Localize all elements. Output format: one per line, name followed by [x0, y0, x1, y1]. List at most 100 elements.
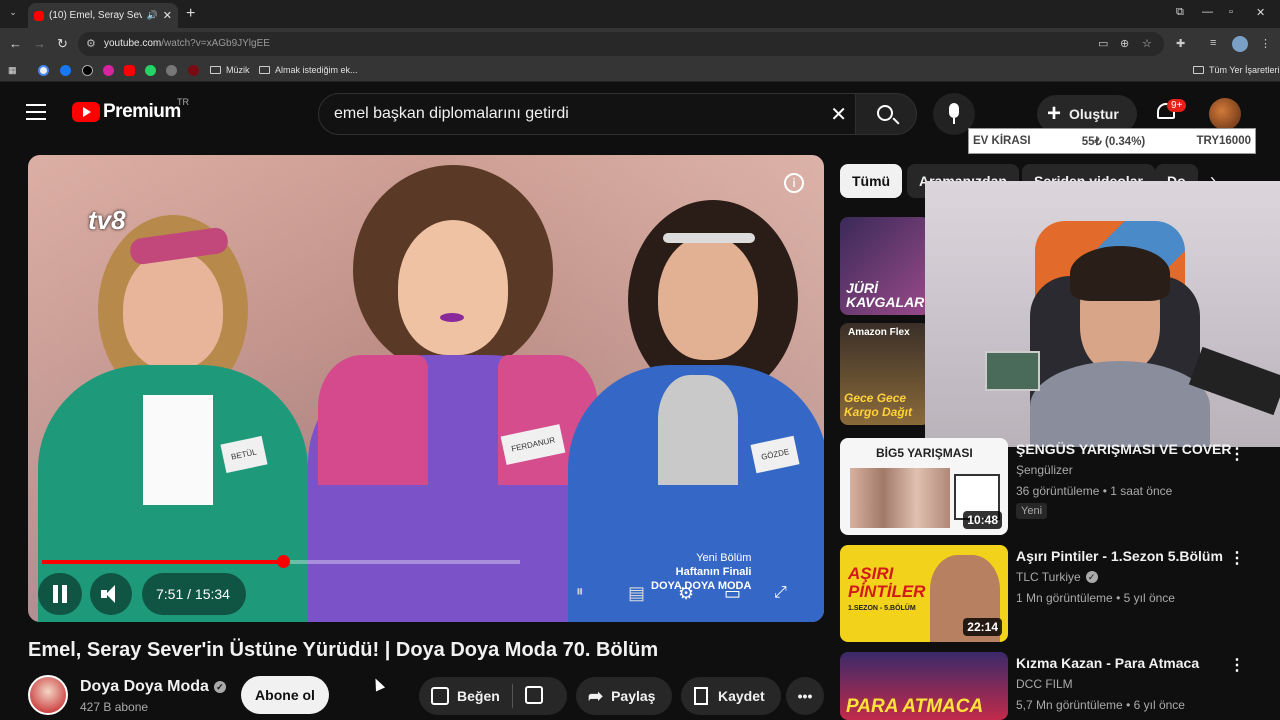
- create-label: Oluştur: [1069, 106, 1119, 122]
- autoplay-toggle[interactable]: ⏸: [576, 583, 584, 600]
- bookmark-chatgpt[interactable]: [166, 65, 177, 76]
- share-icon: ➦: [588, 685, 604, 706]
- related-thumbnail-2[interactable]: Amazon Flex Gece Gece Kargo Dağıt: [840, 323, 930, 425]
- save-button[interactable]: Kaydet: [681, 677, 781, 715]
- share-button[interactable]: ➦ Paylaş: [576, 677, 672, 715]
- folder-icon: [259, 66, 270, 74]
- pause-icon: [53, 585, 67, 603]
- maximize-button[interactable]: ▫: [1229, 6, 1233, 18]
- save-bookmark-icon: [694, 687, 708, 705]
- fullscreen-icon[interactable]: ⤢: [774, 584, 787, 602]
- country-code: TR: [177, 97, 189, 107]
- settings-gear-icon[interactable]: ⚙: [678, 583, 694, 604]
- like-button[interactable]: Beğen: [431, 687, 500, 705]
- account-avatar[interactable]: [1209, 98, 1241, 130]
- bookmarks-bar: ▦ Müzik Almak istediğim ek... Tüm Yer İş…: [0, 60, 1280, 82]
- related-title-5[interactable]: Kızma Kazan - Para Atmaca: [1016, 655, 1199, 671]
- back-icon[interactable]: ←: [9, 36, 22, 51]
- chip-tumu[interactable]: Tümü: [840, 164, 903, 198]
- youtube-play-icon: [72, 102, 100, 122]
- bookmark-facebook[interactable]: [60, 65, 71, 76]
- related-channel-5[interactable]: DCC FILM: [1016, 677, 1073, 691]
- reload-icon[interactable]: ↻: [57, 36, 68, 52]
- forward-icon[interactable]: →: [33, 36, 46, 51]
- verified-icon: ✓: [1085, 571, 1098, 583]
- audio-playing-icon[interactable]: 🔊: [147, 10, 158, 21]
- video-person-middle: FERDANUR: [308, 165, 608, 622]
- thumbs-down-icon: [524, 685, 543, 704]
- site-info-icon[interactable]: ⚙: [86, 37, 96, 50]
- bookmark-star-icon[interactable]: ☆: [1142, 37, 1152, 50]
- subscribe-button[interactable]: Abone ol: [241, 676, 329, 714]
- channel-avatar[interactable]: [28, 675, 68, 715]
- bookmark-pinterest[interactable]: [188, 65, 199, 76]
- all-bookmarks-folder[interactable]: Tüm Yer İşaretleri: [1193, 65, 1280, 75]
- folder-icon: [210, 66, 221, 74]
- apps-grid-icon[interactable]: ▦: [8, 65, 17, 76]
- duration-badge: 22:14: [963, 618, 1002, 636]
- channel-name[interactable]: Doya Doya Moda ✓: [80, 678, 226, 696]
- stream-ticker-overlay: EV KİRASI 55₺ (0.34%) TRY16000: [968, 128, 1256, 154]
- search-icon: [877, 105, 893, 121]
- media-controls-icon[interactable]: ≡: [1210, 37, 1216, 49]
- search-input[interactable]: emel başkan diplomalarını getirdi ✕: [318, 93, 858, 135]
- related-channel-4[interactable]: TLC Turkiye ✓: [1016, 570, 1098, 584]
- related-title-4[interactable]: Aşırı Pintiler - 1.Sezon 5.Bölüm: [1016, 548, 1223, 564]
- related-thumbnail-3[interactable]: BİG5 YARIŞMASI 10:48: [840, 438, 1008, 535]
- video-title: Emel, Seray Sever'in Üstüne Yürüdü! | Do…: [28, 639, 659, 661]
- duration-badge: 10:48: [963, 511, 1002, 529]
- bookmark-folder-muzik[interactable]: Müzik: [210, 65, 250, 75]
- url-text: youtube.com/watch?v=xAGb9JYlgEE: [104, 38, 270, 49]
- minimize-button[interactable]: —: [1202, 6, 1213, 18]
- folder-icon: [1193, 66, 1204, 74]
- progress-fill: [42, 560, 283, 564]
- more-dots-icon: •••: [797, 688, 813, 704]
- browser-toolbar: ← → ↻ ⚙ youtube.com/watch?v=xAGb9JYlgEE …: [0, 28, 1280, 60]
- extensions-icon[interactable]: ✚: [1176, 37, 1185, 50]
- related-menu-3[interactable]: ⋮: [1229, 444, 1245, 464]
- thumbs-up-icon: [431, 687, 449, 705]
- guide-menu-icon[interactable]: [26, 104, 46, 120]
- time-readout: 7:51 / 15:34: [156, 586, 230, 602]
- bookmark-folder-almak[interactable]: Almak istediğim ek...: [259, 65, 358, 75]
- new-badge: Yeni: [1016, 503, 1048, 519]
- close-window-button[interactable]: ✕: [1256, 6, 1265, 19]
- clear-search-icon[interactable]: ✕: [830, 102, 847, 127]
- theater-mode-icon[interactable]: ▭: [724, 583, 741, 604]
- related-menu-4[interactable]: ⋮: [1229, 548, 1245, 568]
- cast-icon[interactable]: ▭: [1098, 37, 1108, 50]
- new-tab-button[interactable]: +: [186, 5, 195, 23]
- browser-tab[interactable]: (10) Emel, Seray Sever'in Üs 🔊 ✕: [28, 3, 178, 28]
- address-bar[interactable]: ⚙ youtube.com/watch?v=xAGb9JYlgEE ▭ ⊕ ☆: [78, 32, 1164, 56]
- search-button[interactable]: [855, 93, 917, 135]
- browser-menu-icon[interactable]: ⋮: [1260, 37, 1271, 50]
- scrubber-handle[interactable]: [276, 555, 290, 568]
- bookmark-instagram[interactable]: [103, 65, 114, 76]
- bookmark-x[interactable]: [82, 65, 93, 76]
- tab-close-icon[interactable]: ✕: [163, 9, 172, 22]
- ticker-name: EV KİRASI: [973, 135, 1031, 147]
- related-thumbnail-1[interactable]: JÜRİ KAVGALAR: [840, 217, 930, 315]
- tab-overview-icon[interactable]: ⧉: [1176, 6, 1184, 19]
- subtitles-icon[interactable]: ▤: [628, 583, 645, 604]
- bookmark-google[interactable]: [38, 65, 49, 76]
- related-channel-3[interactable]: Şengülizer: [1016, 463, 1073, 477]
- profile-avatar[interactable]: [1232, 36, 1248, 52]
- related-title-3[interactable]: ŞENGÜS YARIŞMASI VE COVER: [1016, 441, 1232, 457]
- video-progress-bar[interactable]: [42, 555, 520, 568]
- more-actions-button[interactable]: •••: [786, 677, 824, 715]
- youtube-premium-logo[interactable]: Premium: [72, 101, 181, 123]
- bookmark-whatsapp[interactable]: [145, 65, 156, 76]
- dislike-button[interactable]: [524, 685, 543, 707]
- verified-icon: ✓: [213, 681, 226, 693]
- tab-search-icon[interactable]: ⌄: [5, 7, 21, 21]
- ticker-change: 55₺ (0.34%): [1081, 136, 1146, 148]
- bookmark-youtube[interactable]: [124, 65, 135, 76]
- related-thumbnail-5[interactable]: PARA ATMACA: [840, 652, 1008, 720]
- related-menu-5[interactable]: ⋮: [1229, 655, 1245, 675]
- search-query: emel başkan diplomalarını getirdi: [334, 105, 569, 122]
- related-thumbnail-4[interactable]: AŞIRI PİNTİLER 1.SEZON - 5.BÖLÜM 22:14: [840, 545, 1008, 642]
- zoom-icon[interactable]: ⊕: [1120, 37, 1129, 50]
- plus-icon: +: [1047, 100, 1062, 127]
- video-info-icon[interactable]: i: [784, 173, 804, 193]
